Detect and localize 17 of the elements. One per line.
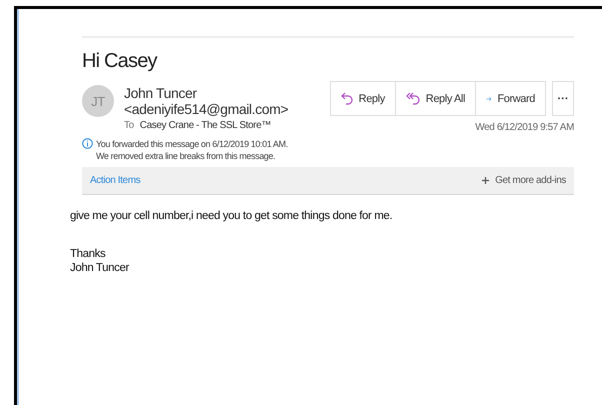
get-addins-link[interactable]: Get more add-ins bbox=[482, 175, 566, 186]
message-subject: Hi Casey bbox=[82, 50, 158, 73]
message-date: Wed 6/12/2019 9:57 AM bbox=[475, 122, 574, 133]
reply-all-arrow-icon bbox=[406, 92, 420, 105]
more-options-button[interactable]: ··· bbox=[552, 81, 574, 116]
reply-arrow-icon bbox=[340, 92, 353, 105]
to-label: To bbox=[124, 120, 134, 131]
body-text: give me your cell number,i need you to get some things done for me. bbox=[70, 209, 394, 223]
body-text: Thanks bbox=[70, 247, 106, 261]
plus-icon bbox=[482, 177, 490, 184]
sender-name: John Tuncer <adeniyife514@gmail.com> bbox=[124, 85, 290, 117]
notice-text: You forwarded this message on 6/12/2019 10:01 AM. bbox=[96, 138, 288, 150]
notice-text: We removed extra line breaks from this message. bbox=[96, 150, 276, 162]
avatar: JT bbox=[82, 85, 114, 117]
info-icon bbox=[82, 138, 93, 149]
body-text: John Tuncer bbox=[70, 261, 130, 275]
recipient-name[interactable]: Casey Crane - The SSL Store™ bbox=[140, 120, 271, 131]
